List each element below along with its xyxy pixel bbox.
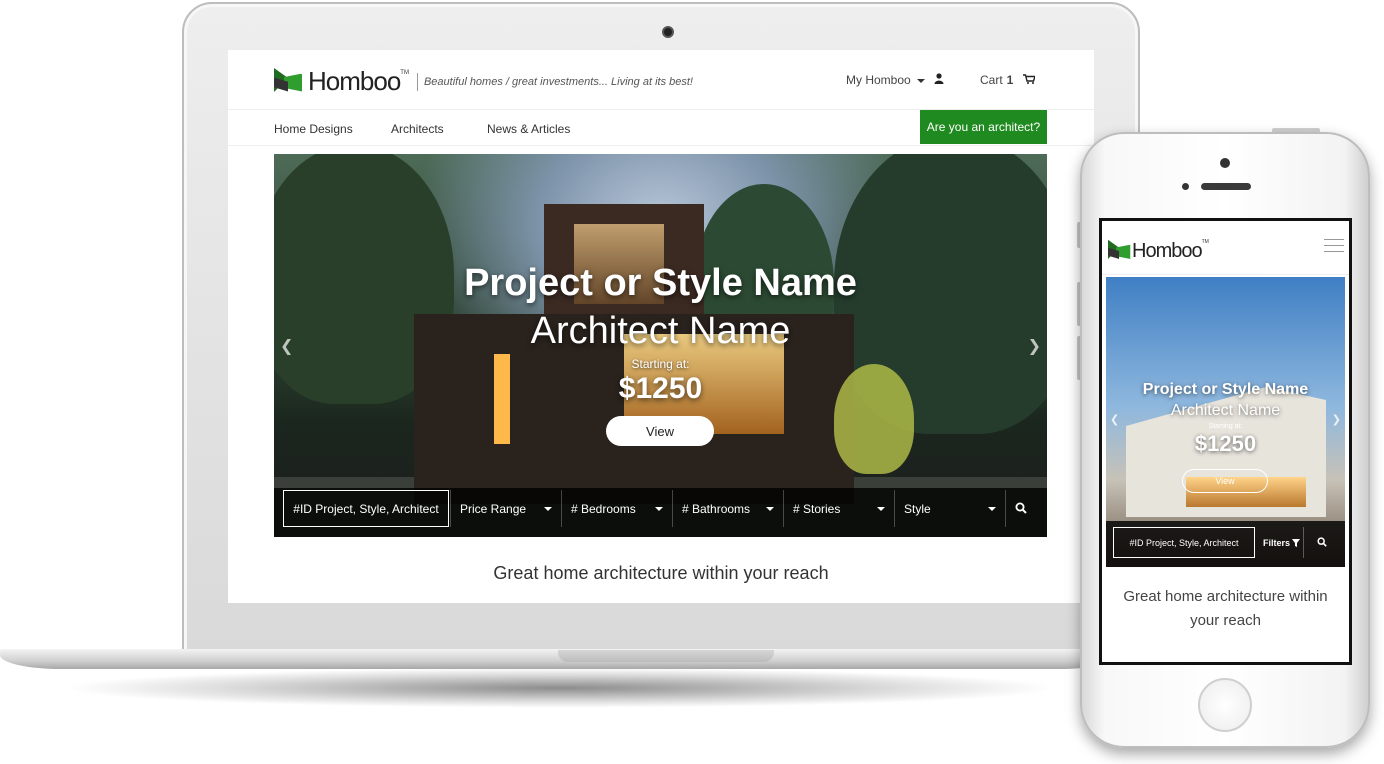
caret-down-icon	[544, 507, 552, 511]
caret-down-icon	[877, 507, 885, 511]
hero-title: Project or Style Name	[464, 262, 857, 304]
caret-down-icon	[988, 507, 996, 511]
phone-sensor	[1182, 183, 1189, 190]
my-account-label: My Homboo	[846, 73, 911, 87]
mobile-hero-view-button[interactable]: View	[1182, 469, 1268, 493]
filter-icon	[1292, 538, 1300, 547]
mobile-filters-button[interactable]: Filters	[1260, 527, 1304, 558]
search-input[interactable]: #ID Project, Style, Architect	[283, 490, 449, 527]
desktop-website: Homboo TM Beautiful homes / great invest…	[228, 50, 1094, 603]
hero-architect: Architect Name	[530, 310, 791, 352]
laptop-camera	[662, 26, 674, 38]
mobile-hero-slider: ❮ ❯ Project or Style Name Architect Name…	[1106, 277, 1345, 567]
mobile-search-bar: #ID Project, Style, Architect Filters	[1106, 521, 1345, 567]
bedrooms-select[interactable]: # Bedrooms	[561, 490, 671, 527]
nav-news-articles[interactable]: News & Articles	[487, 122, 570, 136]
mobile-header: Homboo TM	[1102, 221, 1349, 275]
hero-starting-label: Starting at:	[631, 357, 690, 371]
hero-view-button[interactable]: View	[606, 416, 714, 446]
phone-camera	[1220, 158, 1230, 168]
mobile-hero-starting-label: Starting at:	[1208, 423, 1243, 430]
hero-price: $1250	[618, 372, 703, 405]
brand-name: Homboo	[308, 66, 401, 96]
home-tagline: Great home architecture within your reac…	[493, 563, 829, 583]
brand-name: Homboo	[1132, 239, 1203, 262]
site-header: Homboo TM Beautiful homes / great invest…	[228, 50, 1094, 110]
mobile-logo[interactable]: Homboo TM	[1108, 237, 1209, 265]
filters-label: Filters	[1262, 537, 1290, 548]
bathrooms-select[interactable]: # Bathrooms	[672, 490, 782, 527]
select-label: # Stories	[793, 501, 841, 516]
trademark: TM	[400, 70, 409, 76]
architect-cta-button[interactable]: Are you an architect?	[920, 110, 1047, 144]
mobile-search-input[interactable]: #ID Project, Style, Architect	[1113, 527, 1255, 558]
cart-icon	[1022, 74, 1036, 84]
price-range-select[interactable]: Price Range	[450, 490, 560, 527]
search-filter-bar: #ID Project, Style, Architect Price Rang…	[274, 488, 1047, 537]
mobile-hero-architect: Architect Name	[1170, 402, 1281, 419]
caret-down-icon	[766, 507, 774, 511]
homboo-logo-icon	[1108, 239, 1131, 262]
hamburger-menu-icon[interactable]	[1324, 239, 1344, 255]
mobile-hero-title: Project or Style Name	[1142, 381, 1309, 398]
search-icon[interactable]	[1317, 537, 1327, 547]
select-label: # Bathrooms	[682, 501, 751, 516]
cart-link[interactable]: Cart 1	[980, 73, 1036, 87]
laptop-shadow	[60, 668, 1060, 708]
cart-label: Cart	[980, 73, 1003, 87]
mobile-hero-price: $1250	[1194, 431, 1257, 456]
select-label: Price Range	[460, 501, 527, 516]
laptop-notch	[558, 650, 774, 662]
cart-count: 1	[1006, 73, 1014, 87]
mobile-website: Homboo TM ❮ ❯ Project or Style Name Arch…	[1099, 218, 1352, 665]
stories-select[interactable]: # Stories	[783, 490, 893, 527]
caret-down-icon	[655, 507, 663, 511]
select-label: # Bedrooms	[571, 501, 636, 516]
search-icon	[1015, 502, 1027, 514]
caret-down-icon	[917, 79, 926, 83]
mobile-home-tagline: Great home architecture within your reac…	[1123, 588, 1328, 629]
my-account-dropdown[interactable]: My Homboo	[846, 73, 944, 87]
hero-slider: ❮ ❯ Project or Style Name Architect Name…	[274, 154, 1047, 537]
style-select[interactable]: Style	[894, 490, 1004, 527]
site-logo[interactable]: Homboo TM Beautiful homes / great invest…	[274, 66, 693, 97]
logo-divider	[416, 72, 418, 91]
homboo-logo-icon	[274, 67, 304, 96]
nav-architects[interactable]: Architects	[391, 122, 444, 136]
user-icon	[934, 73, 944, 84]
phone-speaker	[1201, 183, 1251, 190]
brand-tagline: Beautiful homes / great investments... L…	[423, 75, 693, 88]
phone-home-button	[1198, 678, 1252, 732]
select-label: Style	[904, 501, 931, 516]
trademark: TM	[1201, 239, 1209, 245]
nav-home-designs[interactable]: Home Designs	[274, 122, 353, 136]
